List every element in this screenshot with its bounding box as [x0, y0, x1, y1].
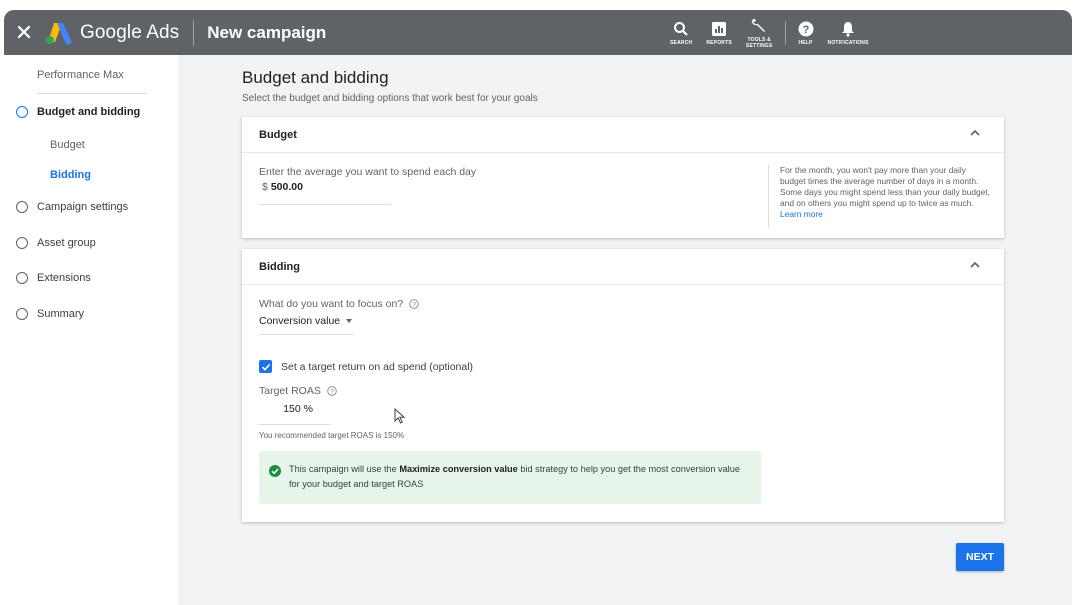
info-strategy-name: Maximize conversion value: [399, 464, 518, 474]
svg-text:?: ?: [412, 302, 416, 309]
step-radio-icon: [16, 308, 28, 320]
step-radio-icon: [16, 106, 28, 118]
reports-button[interactable]: REPORTS: [706, 10, 732, 55]
info-prefix: This campaign will use the: [289, 464, 400, 474]
svg-text:?: ?: [330, 389, 334, 396]
sidebar-item-extensions[interactable]: Extensions: [16, 272, 91, 284]
brand-name: Google Ads: [80, 21, 180, 43]
help-circle-icon[interactable]: ?: [327, 386, 337, 396]
tools-settings-button[interactable]: TOOLS & SETTINGS: [746, 10, 773, 55]
target-roas-checkbox-row[interactable]: Set a target return on ad spend (optiona…: [259, 360, 473, 373]
sidebar-subitem-bidding[interactable]: Bidding: [50, 169, 91, 181]
focus-question: What do you want to focus on? ?: [259, 298, 419, 310]
page-header-title: New campaign: [207, 22, 327, 42]
dropdown-arrow-icon: [346, 319, 353, 323]
toolbar: SEARCH REPORTS TOOLS & SETTINGS ? HELP N…: [670, 10, 883, 55]
budget-card: Budget Enter the average you want to spe…: [242, 117, 1004, 238]
search-button[interactable]: SEARCH: [670, 10, 692, 55]
target-roas-hint: You recommended target ROAS is 150%: [259, 431, 405, 440]
sidebar-subitem-budget[interactable]: Budget: [50, 139, 85, 151]
step-radio-icon: [16, 237, 28, 249]
chevron-up-icon[interactable]: [968, 258, 982, 272]
next-button[interactable]: NEXT: [956, 543, 1004, 571]
target-roas-input[interactable]: 150 %: [259, 403, 331, 425]
sidebar-item-label: Summary: [37, 308, 85, 320]
page-title: Budget and bidding: [242, 68, 389, 87]
toolbar-divider: [784, 20, 786, 45]
strategy-info-box: This campaign will use the Maximize conv…: [259, 451, 761, 504]
google-ads-logo: [44, 19, 74, 47]
wrench-icon: [750, 16, 768, 36]
target-roas-label-text: Target ROAS: [259, 385, 321, 397]
focus-dropdown[interactable]: Conversion value: [259, 315, 354, 335]
bell-icon: [841, 19, 855, 39]
notifications-label: NOTIFICATIONS: [827, 40, 869, 46]
budget-amount: 500.00: [270, 181, 303, 193]
svg-text:?: ?: [802, 24, 809, 36]
campaign-type-label: Performance Max: [37, 69, 124, 81]
budget-note-text: For the month, you won't pay more than y…: [780, 165, 990, 208]
topbar-divider: [193, 19, 195, 46]
target-roas-label: Target ROAS ?: [259, 385, 337, 397]
page-subtitle: Select the budget and bidding options th…: [242, 93, 538, 104]
help-circle-icon[interactable]: ?: [409, 299, 419, 309]
mouse-cursor-icon: [394, 408, 406, 424]
sidebar-item-summary[interactable]: Summary: [16, 308, 84, 320]
target-roas-checkbox-label: Set a target return on ad spend (optiona…: [281, 360, 474, 373]
budget-card-header[interactable]: Budget: [242, 117, 1004, 153]
reports-label: REPORTS: [706, 40, 732, 46]
focus-question-text: What do you want to focus on?: [259, 298, 404, 310]
sidebar-item-asset-group[interactable]: Asset group: [16, 237, 96, 249]
learn-more-link[interactable]: Learn more: [780, 209, 823, 219]
close-icon[interactable]: ✕: [4, 10, 44, 55]
sidebar-item-label: Campaign settings: [37, 201, 129, 213]
budget-help-note: For the month, you won't pay more than y…: [768, 165, 990, 228]
reports-icon: [711, 19, 727, 39]
help-label: HELP: [798, 40, 813, 46]
bidding-card-title: Bidding: [259, 261, 300, 273]
app-window: ✕ Google Ads New campaign SEARCH REPORTS…: [4, 10, 1072, 605]
sidebar-item-campaign-settings[interactable]: Campaign settings: [16, 201, 128, 213]
chevron-up-icon[interactable]: [968, 126, 982, 140]
checkbox-checked-icon[interactable]: [259, 360, 272, 373]
help-button[interactable]: ? HELP: [798, 10, 814, 55]
budget-field-label: Enter the average you want to spend each…: [259, 166, 477, 178]
daily-budget-input[interactable]: $500.00: [259, 181, 391, 205]
tools-settings-label: TOOLS & SETTINGS: [745, 37, 773, 49]
top-bar: ✕ Google Ads New campaign SEARCH REPORTS…: [4, 10, 1072, 55]
search-icon: [673, 19, 689, 39]
sidebar-item-label: Budget and bidding: [37, 106, 141, 118]
strategy-info-text: This campaign will use the Maximize conv…: [289, 462, 749, 491]
bidding-card-header[interactable]: Bidding: [242, 249, 1004, 285]
sidebar-divider: [37, 93, 147, 94]
sidebar: Performance Max Budget and bidding Budge…: [4, 55, 178, 605]
focus-dropdown-value: Conversion value: [259, 315, 341, 327]
check-circle-icon: [269, 465, 281, 477]
notifications-button[interactable]: NOTIFICATIONS: [828, 10, 869, 55]
sidebar-item-label: Asset group: [37, 237, 96, 249]
step-radio-icon: [16, 201, 28, 213]
search-label: SEARCH: [670, 40, 693, 46]
currency-symbol: $: [262, 181, 268, 193]
budget-card-title: Budget: [259, 129, 297, 141]
step-radio-icon: [16, 272, 28, 284]
sidebar-item-budget-and-bidding[interactable]: Budget and bidding: [16, 106, 140, 118]
help-icon: ?: [798, 19, 814, 39]
sidebar-item-label: Extensions: [37, 272, 91, 284]
bidding-card: Bidding What do you want to focus on? ? …: [242, 249, 1004, 522]
